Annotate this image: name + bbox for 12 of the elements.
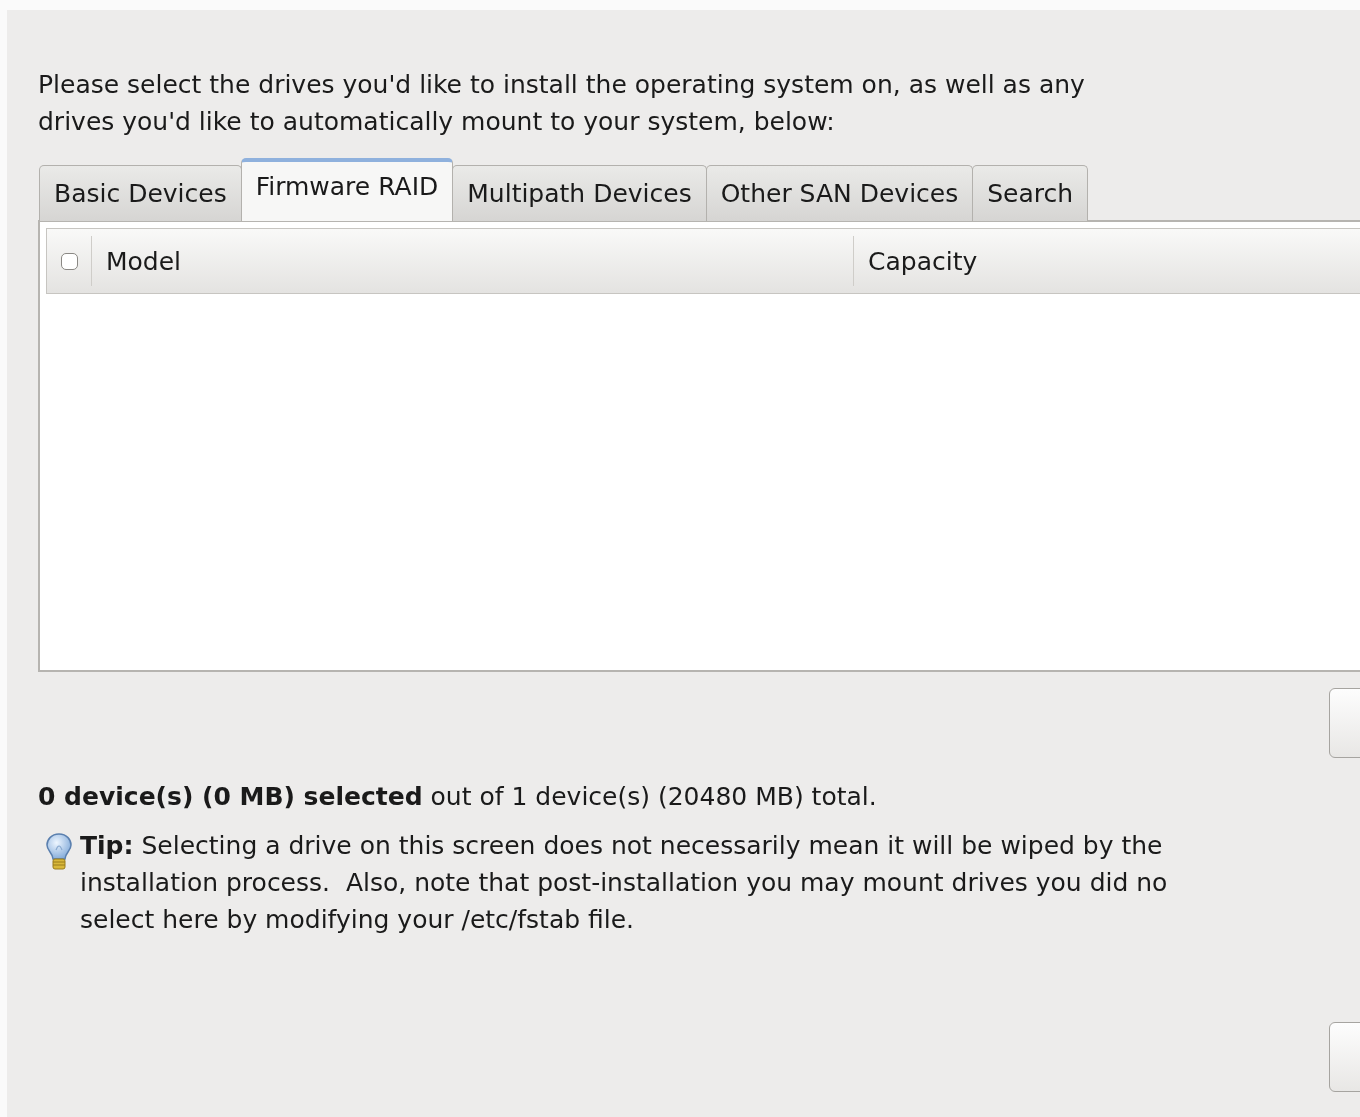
- tab[interactable]: Firmware RAID: [240, 158, 454, 221]
- select-all-checkbox[interactable]: [60, 252, 78, 270]
- tab[interactable]: Search: [972, 165, 1089, 221]
- tab[interactable]: Other SAN Devices: [705, 165, 974, 221]
- lightbulb-icon: [44, 832, 74, 872]
- column-header[interactable]: Model: [92, 236, 854, 286]
- tab[interactable]: Basic Devices: [39, 165, 242, 221]
- column-header[interactable]: Capacity: [854, 236, 978, 286]
- instructions-text: Please select the drives you'd like to install the operating system on, as well as any drives you'd like to automatically mount to your system, below:: [38, 69, 1086, 138]
- tab[interactable]: Multipath Devices: [452, 165, 707, 221]
- tip-text: Tip: Selecting a drive on this screen does not necessarily mean it will be wiped by the installation process. Also, note that post-installation you may mount drives you did no select here by modifying your /etc/fstab file.: [80, 830, 1168, 936]
- selection-summary: 0 device(s) (0 MB) selected out of 1 device(s) (20480 MB) total.: [38, 781, 878, 813]
